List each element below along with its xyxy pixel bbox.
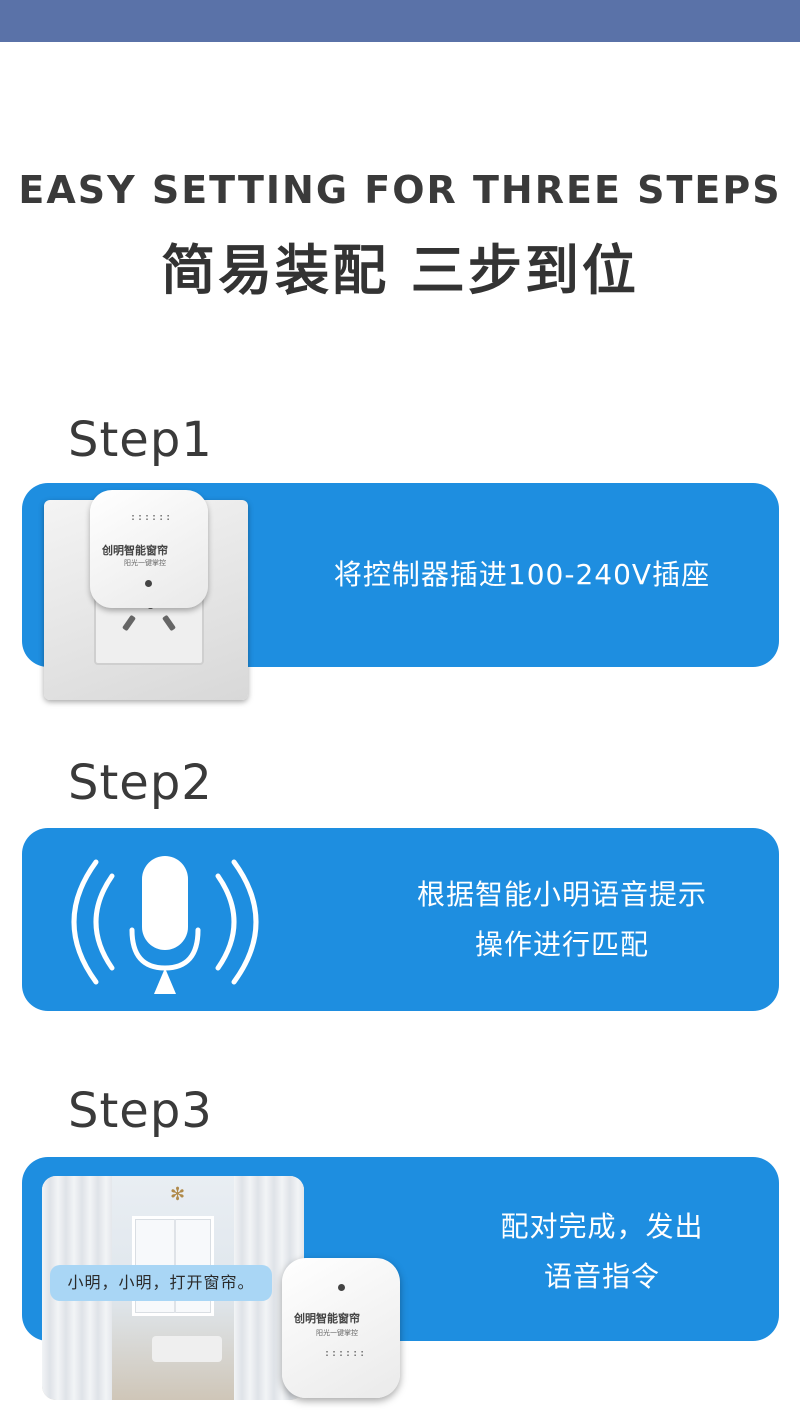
controller-device-step1: :::::: 创明智能窗帘 阳光一键掌控 (90, 490, 208, 608)
step3-label: Step3 (68, 1083, 213, 1139)
device-logo-sub: 阳光一键掌控 (316, 1329, 358, 1337)
speaker-dots: :::::: (324, 1348, 367, 1359)
socket-slot-left (121, 614, 137, 632)
microphone-icon (71, 856, 259, 994)
step2-text-line1: 根据智能小明语音提示 (416, 878, 707, 911)
device-logo: 创明智能窗帘 (294, 1312, 360, 1325)
device-indicator (145, 580, 152, 587)
step2-text-line2: 操作进行匹配 (474, 928, 649, 961)
step2-panel: 根据智能小明语音提示 操作进行匹配 (22, 828, 779, 1011)
device-logo: 创明智能窗帘 (102, 544, 168, 557)
device-logo-sub: 阳光一键掌控 (124, 559, 166, 567)
sofa (152, 1336, 222, 1362)
voice-command-bubble: 小明，小明，打开窗帘。 (50, 1265, 272, 1301)
chandelier-icon: ✻ (170, 1184, 186, 1205)
step2-label: Step2 (68, 755, 213, 811)
speaker-dots: :::::: (130, 512, 173, 523)
title-english: EASY SETTING FOR THREE STEPS (18, 168, 782, 212)
device-indicator (338, 1284, 345, 1291)
controller-device-step3: 创明智能窗帘 阳光一键掌控 :::::: (282, 1258, 400, 1398)
step1-label: Step1 (68, 412, 213, 468)
step3-text-line1: 配对完成，发出 (500, 1210, 704, 1243)
title-chinese: 简易装配 三步到位 (161, 239, 639, 302)
top-banner-bar (0, 0, 800, 42)
step1-text: 将控制器插进100-240V插座 (333, 558, 711, 591)
step3-text-line2: 语音指令 (543, 1260, 660, 1293)
socket-slot-right (161, 614, 177, 632)
